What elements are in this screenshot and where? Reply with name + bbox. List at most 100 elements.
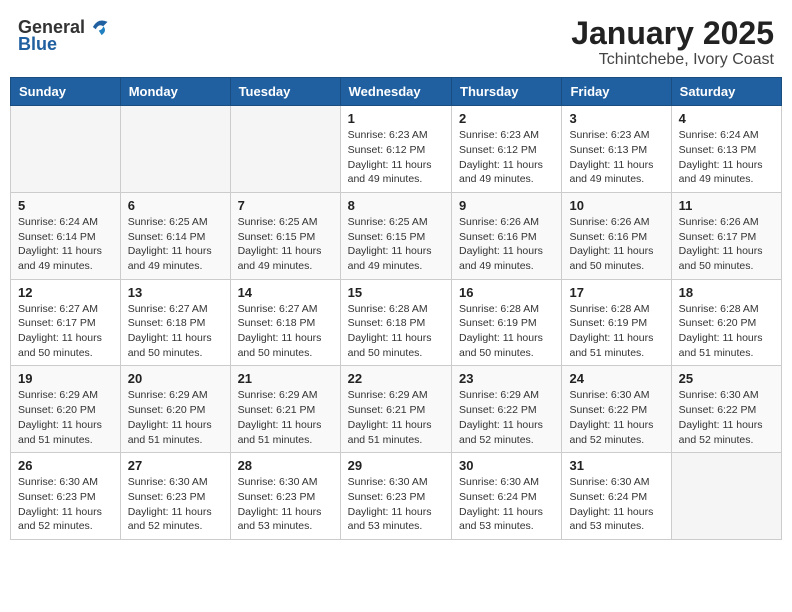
calendar-cell [671, 453, 781, 540]
day-info: Sunrise: 6:23 AM Sunset: 6:12 PM Dayligh… [348, 128, 444, 187]
calendar-cell: 19 Sunrise: 6:29 AM Sunset: 6:20 PM Dayli… [11, 366, 121, 453]
weekday-header-sunday: Sunday [11, 78, 121, 106]
calendar-cell [120, 106, 230, 193]
day-info: Sunrise: 6:25 AM Sunset: 6:15 PM Dayligh… [238, 215, 333, 274]
day-info: Sunrise: 6:24 AM Sunset: 6:13 PM Dayligh… [679, 128, 774, 187]
calendar-cell: 16 Sunrise: 6:28 AM Sunset: 6:19 PM Dayli… [452, 279, 562, 366]
logo-icon [87, 16, 109, 38]
day-number: 2 [459, 111, 554, 126]
day-number: 7 [238, 198, 333, 213]
weekday-header-monday: Monday [120, 78, 230, 106]
logo: General Blue [18, 16, 109, 55]
day-number: 17 [569, 285, 663, 300]
calendar-cell: 22Sunrise: 6:29 AM Sunset: 6:21 PM Dayli… [340, 366, 451, 453]
day-number: 22 [348, 371, 444, 386]
day-number: 28 [238, 458, 333, 473]
day-number: 15 [348, 285, 444, 300]
calendar-cell: 1 Sunrise: 6:23 AM Sunset: 6:12 PM Daylig… [340, 106, 451, 193]
day-number: 25 [679, 371, 774, 386]
calendar-cell: 26Sunrise: 6:30 AM Sunset: 6:23 PM Dayli… [11, 453, 121, 540]
day-info: Sunrise: 6:25 AM Sunset: 6:14 PM Dayligh… [128, 215, 223, 274]
calendar-cell: 5 Sunrise: 6:24 AM Sunset: 6:14 PM Daylig… [11, 192, 121, 279]
day-number: 29 [348, 458, 444, 473]
day-number: 4 [679, 111, 774, 126]
calendar-cell: 30 Sunrise: 6:30 AM Sunset: 6:24 PM Dayli… [452, 453, 562, 540]
day-info: Sunrise: 6:30 AM Sunset: 6:23 PM Dayligh… [128, 475, 223, 534]
day-number: 14 [238, 285, 333, 300]
day-info: Sunrise: 6:30 AM Sunset: 6:23 PM Dayligh… [238, 475, 333, 534]
day-number: 30 [459, 458, 554, 473]
calendar-table: SundayMondayTuesdayWednesdayThursdayFrid… [10, 77, 782, 540]
calendar-cell: 7 Sunrise: 6:25 AM Sunset: 6:15 PM Daylig… [230, 192, 340, 279]
calendar-cell: 20Sunrise: 6:29 AM Sunset: 6:20 PM Dayli… [120, 366, 230, 453]
day-info: Sunrise: 6:27 AM Sunset: 6:18 PM Dayligh… [128, 302, 223, 361]
calendar-cell: 13 Sunrise: 6:27 AM Sunset: 6:18 PM Dayli… [120, 279, 230, 366]
day-number: 31 [569, 458, 663, 473]
calendar-cell: 17 Sunrise: 6:28 AM Sunset: 6:19 PM Dayli… [562, 279, 671, 366]
calendar-cell: 6 Sunrise: 6:25 AM Sunset: 6:14 PM Daylig… [120, 192, 230, 279]
calendar-cell: 18 Sunrise: 6:28 AM Sunset: 6:20 PM Dayli… [671, 279, 781, 366]
day-info: Sunrise: 6:26 AM Sunset: 6:16 PM Dayligh… [569, 215, 663, 274]
day-number: 1 [348, 111, 444, 126]
day-number: 23 [459, 371, 554, 386]
weekday-header-thursday: Thursday [452, 78, 562, 106]
day-info: Sunrise: 6:28 AM Sunset: 6:19 PM Dayligh… [569, 302, 663, 361]
calendar-cell: 23 Sunrise: 6:29 AM Sunset: 6:22 PM Dayli… [452, 366, 562, 453]
weekday-header-saturday: Saturday [671, 78, 781, 106]
calendar-cell: 11Sunrise: 6:26 AM Sunset: 6:17 PM Dayli… [671, 192, 781, 279]
weekday-header-wednesday: Wednesday [340, 78, 451, 106]
day-number: 19 [18, 371, 113, 386]
page-header: General Blue January 2025 Tchintchebe, I… [10, 10, 782, 69]
calendar-cell: 4 Sunrise: 6:24 AM Sunset: 6:13 PM Daylig… [671, 106, 781, 193]
day-info: Sunrise: 6:30 AM Sunset: 6:24 PM Dayligh… [569, 475, 663, 534]
day-number: 11 [679, 198, 774, 213]
day-number: 6 [128, 198, 223, 213]
day-info: Sunrise: 6:30 AM Sunset: 6:22 PM Dayligh… [569, 388, 663, 447]
month-title: January 2025 [571, 16, 774, 51]
day-info: Sunrise: 6:30 AM Sunset: 6:23 PM Dayligh… [18, 475, 113, 534]
calendar-cell: 15 Sunrise: 6:28 AM Sunset: 6:18 PM Dayli… [340, 279, 451, 366]
day-number: 3 [569, 111, 663, 126]
day-info: Sunrise: 6:23 AM Sunset: 6:13 PM Dayligh… [569, 128, 663, 187]
day-number: 21 [238, 371, 333, 386]
day-info: Sunrise: 6:28 AM Sunset: 6:19 PM Dayligh… [459, 302, 554, 361]
calendar-cell: 21 Sunrise: 6:29 AM Sunset: 6:21 PM Dayli… [230, 366, 340, 453]
calendar-cell [11, 106, 121, 193]
day-info: Sunrise: 6:29 AM Sunset: 6:20 PM Dayligh… [18, 388, 113, 447]
calendar-cell: 31 Sunrise: 6:30 AM Sunset: 6:24 PM Dayli… [562, 453, 671, 540]
calendar-cell: 8 Sunrise: 6:25 AM Sunset: 6:15 PM Daylig… [340, 192, 451, 279]
calendar-week-1: 1 Sunrise: 6:23 AM Sunset: 6:12 PM Daylig… [11, 106, 782, 193]
day-info: Sunrise: 6:29 AM Sunset: 6:21 PM Dayligh… [238, 388, 333, 447]
day-info: Sunrise: 6:28 AM Sunset: 6:18 PM Dayligh… [348, 302, 444, 361]
day-info: Sunrise: 6:29 AM Sunset: 6:20 PM Dayligh… [128, 388, 223, 447]
calendar-week-4: 19 Sunrise: 6:29 AM Sunset: 6:20 PM Dayli… [11, 366, 782, 453]
weekday-header-tuesday: Tuesday [230, 78, 340, 106]
day-number: 16 [459, 285, 554, 300]
day-number: 9 [459, 198, 554, 213]
calendar-cell: 27Sunrise: 6:30 AM Sunset: 6:23 PM Dayli… [120, 453, 230, 540]
day-info: Sunrise: 6:24 AM Sunset: 6:14 PM Dayligh… [18, 215, 113, 274]
day-info: Sunrise: 6:30 AM Sunset: 6:24 PM Dayligh… [459, 475, 554, 534]
day-info: Sunrise: 6:25 AM Sunset: 6:15 PM Dayligh… [348, 215, 444, 274]
calendar-cell: 28 Sunrise: 6:30 AM Sunset: 6:23 PM Dayli… [230, 453, 340, 540]
day-info: Sunrise: 6:26 AM Sunset: 6:16 PM Dayligh… [459, 215, 554, 274]
calendar-cell: 24 Sunrise: 6:30 AM Sunset: 6:22 PM Dayli… [562, 366, 671, 453]
calendar-cell: 9 Sunrise: 6:26 AM Sunset: 6:16 PM Daylig… [452, 192, 562, 279]
day-number: 18 [679, 285, 774, 300]
weekday-header-friday: Friday [562, 78, 671, 106]
day-number: 8 [348, 198, 444, 213]
calendar-cell [230, 106, 340, 193]
title-section: January 2025 Tchintchebe, Ivory Coast [571, 16, 774, 69]
calendar-header-row: SundayMondayTuesdayWednesdayThursdayFrid… [11, 78, 782, 106]
day-number: 5 [18, 198, 113, 213]
day-info: Sunrise: 6:27 AM Sunset: 6:18 PM Dayligh… [238, 302, 333, 361]
day-info: Sunrise: 6:30 AM Sunset: 6:22 PM Dayligh… [679, 388, 774, 447]
calendar-cell: 10Sunrise: 6:26 AM Sunset: 6:16 PM Dayli… [562, 192, 671, 279]
day-number: 13 [128, 285, 223, 300]
day-info: Sunrise: 6:28 AM Sunset: 6:20 PM Dayligh… [679, 302, 774, 361]
calendar-cell: 14 Sunrise: 6:27 AM Sunset: 6:18 PM Dayli… [230, 279, 340, 366]
day-number: 24 [569, 371, 663, 386]
calendar-week-2: 5 Sunrise: 6:24 AM Sunset: 6:14 PM Daylig… [11, 192, 782, 279]
calendar-cell: 25 Sunrise: 6:30 AM Sunset: 6:22 PM Dayli… [671, 366, 781, 453]
day-info: Sunrise: 6:29 AM Sunset: 6:22 PM Dayligh… [459, 388, 554, 447]
